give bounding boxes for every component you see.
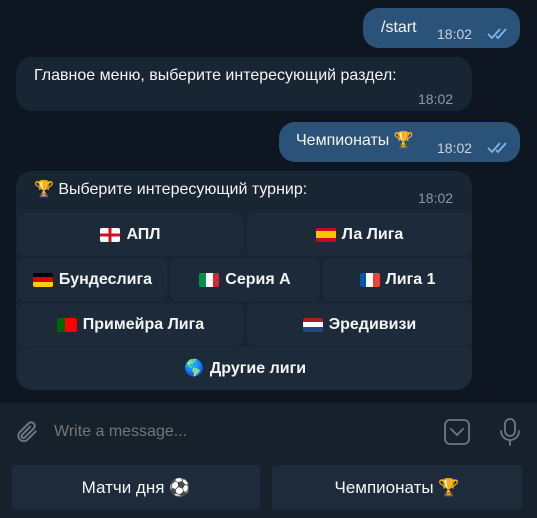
globe-icon: 🌎 xyxy=(183,359,204,377)
tournament-button-primeira[interactable]: Примейра Лига xyxy=(18,303,243,346)
tournament-button-other[interactable]: 🌎 Другие лиги xyxy=(18,347,472,390)
double-check-icon xyxy=(487,28,507,40)
reply-button-championships[interactable]: Чемпионаты 🏆 xyxy=(272,465,522,510)
message-text: 🏆 Выберите интересующий турнир: xyxy=(34,181,308,198)
button-label: Чемпионаты 🏆 xyxy=(334,477,460,497)
chat-area: /start 18:02 Главное меню, выберите инте… xyxy=(0,0,537,403)
tournament-button-ligue1[interactable]: Лига 1 xyxy=(323,258,472,301)
message-time: 18:02 xyxy=(437,140,473,156)
tournament-button-seriea[interactable]: Серия А xyxy=(170,258,320,301)
message-input[interactable] xyxy=(54,417,424,447)
tournament-button-laliga[interactable]: Ла Лига xyxy=(247,213,472,256)
tournament-button-epl[interactable]: АПЛ xyxy=(18,213,243,256)
outgoing-message: Чемпионаты 🏆 18:02 xyxy=(279,122,520,162)
button-label: Серия А xyxy=(225,270,291,288)
incoming-message: Главное меню, выберите интересующий разд… xyxy=(16,57,472,111)
tournament-button-eredivisie[interactable]: Эредивизи xyxy=(247,303,472,346)
microphone-icon[interactable] xyxy=(498,417,522,447)
netherlands-flag-icon xyxy=(302,317,323,332)
reply-button-matches[interactable]: Матчи дня ⚽ xyxy=(12,465,260,510)
button-label: АПЛ xyxy=(126,225,161,243)
button-label: Матчи дня ⚽ xyxy=(81,477,191,497)
tournament-button-bundesliga[interactable]: Бундеслига xyxy=(18,258,167,301)
outgoing-message: /start 18:02 xyxy=(363,8,520,48)
paperclip-icon[interactable] xyxy=(14,419,40,445)
button-label: Бундеслига xyxy=(58,270,153,288)
double-check-icon xyxy=(487,142,507,154)
message-time: 18:02 xyxy=(418,190,454,206)
england-flag-icon xyxy=(100,227,121,242)
message-text: Главное меню, выберите интересующий разд… xyxy=(34,67,397,84)
bot-keyboard-icon[interactable] xyxy=(443,418,471,446)
button-label: Лига 1 xyxy=(385,270,436,288)
italy-flag-icon xyxy=(199,272,220,287)
button-label: Ла Лига xyxy=(341,225,404,243)
spain-flag-icon xyxy=(315,227,336,242)
button-label: Эредивизи xyxy=(328,315,417,333)
button-label: Другие лиги xyxy=(209,359,307,377)
message-time: 18:02 xyxy=(437,26,473,42)
message-time: 18:02 xyxy=(418,91,454,107)
reply-keyboard: Матчи дня ⚽ Чемпионаты 🏆 xyxy=(0,452,537,518)
germany-flag-icon xyxy=(32,272,53,287)
france-flag-icon xyxy=(359,272,380,287)
button-label: Примейра Лига xyxy=(82,315,205,333)
message-text: Чемпионаты 🏆 xyxy=(296,132,414,149)
portugal-flag-icon xyxy=(56,317,77,332)
incoming-message: 🏆 Выберите интересующий турнир: 18:02 АП… xyxy=(16,171,472,390)
message-text: /start xyxy=(381,19,417,36)
